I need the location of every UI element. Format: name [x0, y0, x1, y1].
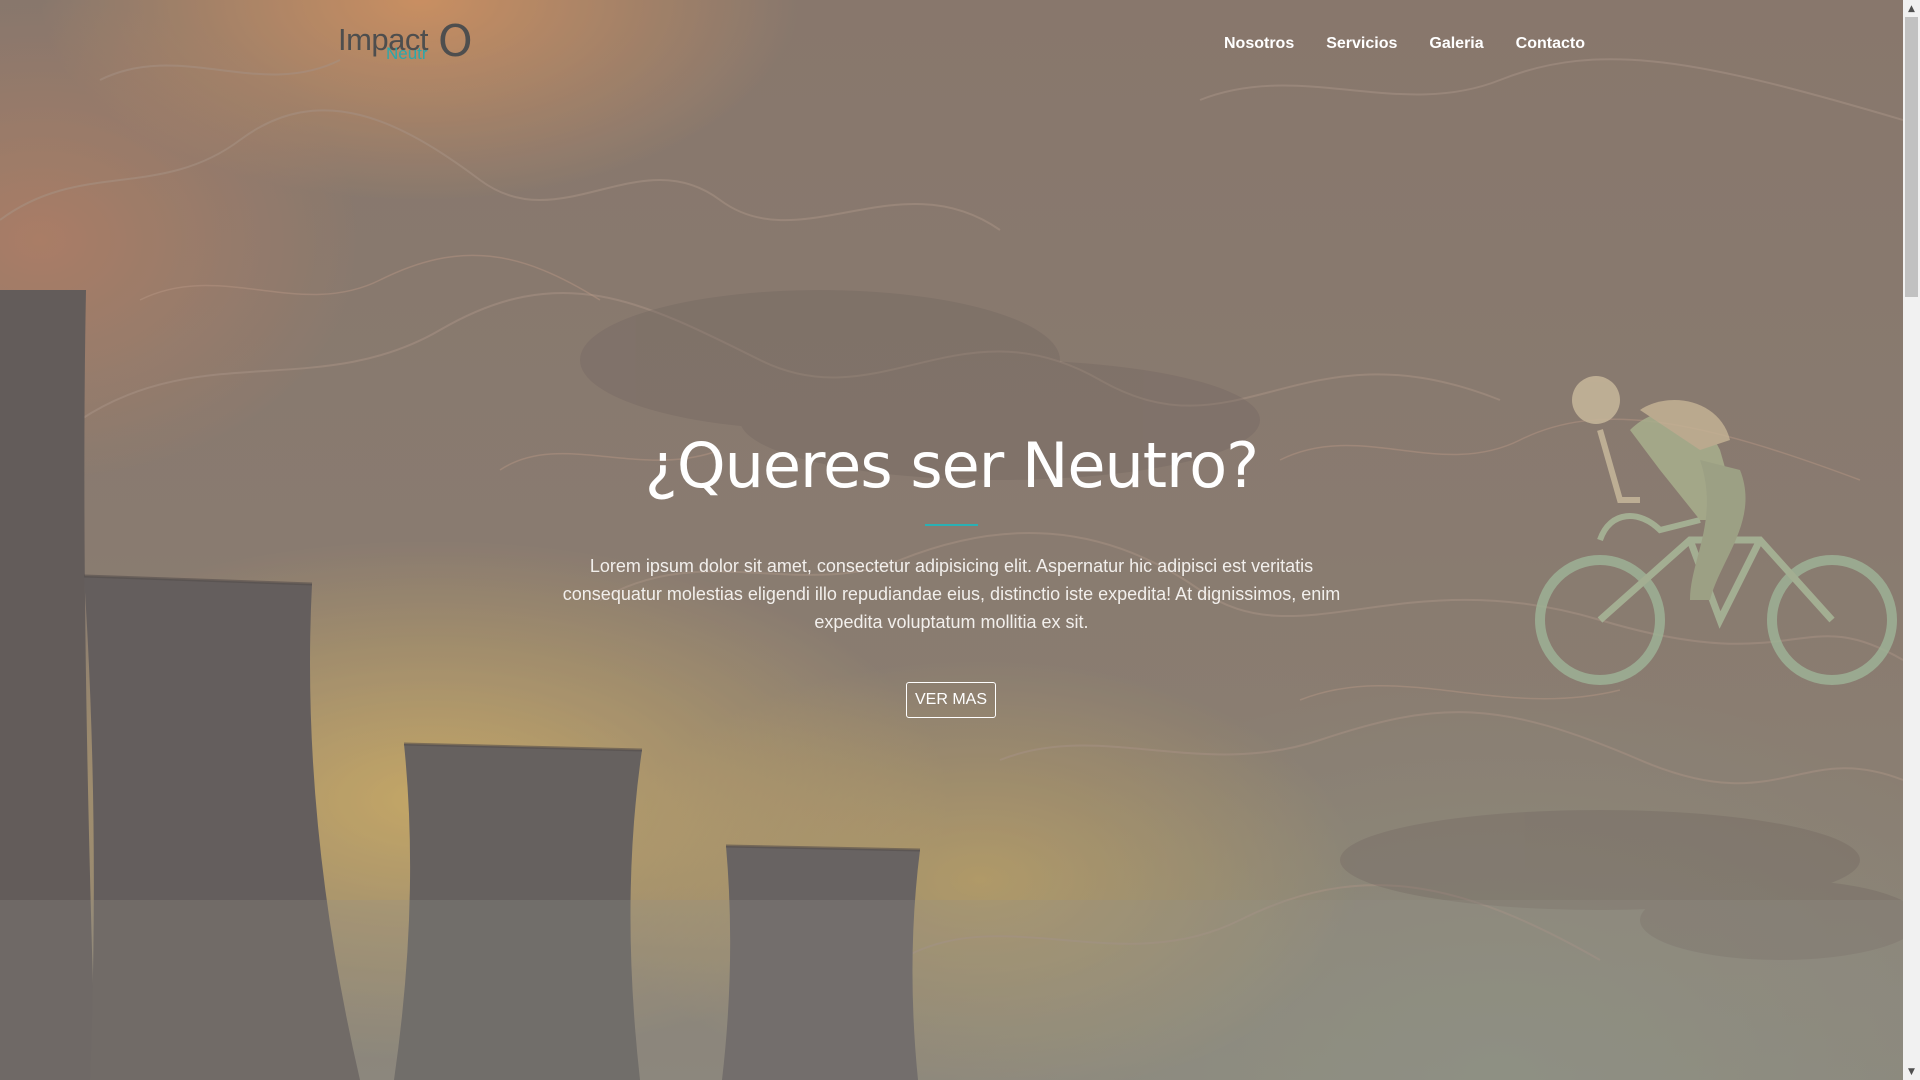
vertical-scrollbar[interactable]: ▲ ▼	[1903, 0, 1920, 1080]
nav-link-nosotros[interactable]: Nosotros	[1224, 32, 1294, 56]
main-nav: Nosotros Servicios Galeria Contacto	[1224, 32, 1585, 56]
background-tint	[0, 0, 1903, 1080]
logo-sub: Neutr	[386, 44, 428, 63]
ver-mas-button[interactable]: VER MAS	[906, 682, 996, 718]
nav-link-servicios[interactable]: Servicios	[1326, 32, 1397, 56]
nav-link-contacto[interactable]: Contacto	[1516, 32, 1585, 56]
chevron-down-icon[interactable]: ▼	[1903, 1063, 1920, 1080]
logo-letter: O	[438, 16, 473, 67]
chevron-up-icon[interactable]: ▲	[1903, 0, 1920, 17]
hero-text: Lorem ipsum dolor sit amet, consectetur …	[562, 556, 1341, 632]
hero-background	[0, 0, 1903, 1080]
title-divider	[925, 524, 978, 526]
scroll-thumb[interactable]	[1905, 17, 1918, 297]
site-logo[interactable]: Impact O Neutr	[338, 20, 473, 68]
nav-link-galeria[interactable]: Galeria	[1429, 32, 1483, 56]
hero-title: ¿Queres ser Neutro?	[644, 429, 1259, 502]
